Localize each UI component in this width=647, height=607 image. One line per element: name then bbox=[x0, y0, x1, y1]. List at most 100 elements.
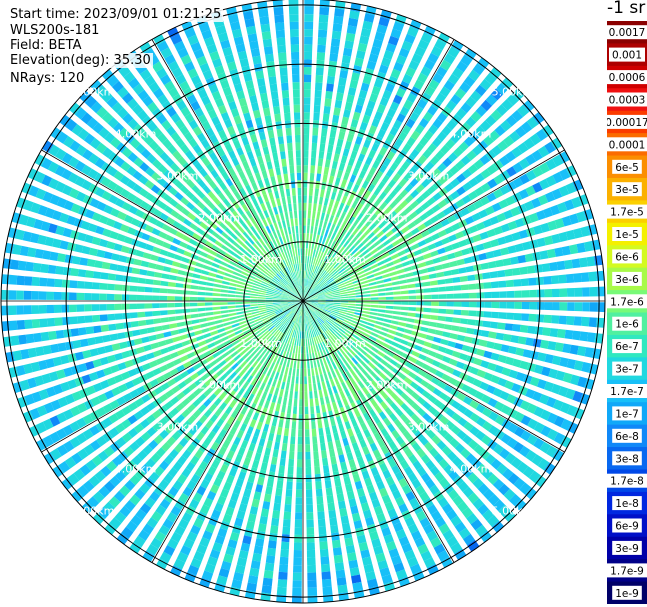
range-gate bbox=[276, 174, 283, 183]
range-gate bbox=[314, 466, 321, 475]
range-gate bbox=[260, 430, 268, 440]
range-gate bbox=[255, 70, 265, 80]
range-gate bbox=[312, 233, 317, 242]
range-gate bbox=[111, 343, 121, 351]
range-gate bbox=[436, 271, 445, 278]
range-gate bbox=[334, 8, 345, 17]
range-gate bbox=[274, 14, 284, 24]
range-gate bbox=[257, 301, 266, 304]
range-gate bbox=[268, 168, 275, 177]
range-gate bbox=[326, 152, 333, 161]
range-gate bbox=[377, 288, 386, 292]
range-gate bbox=[267, 129, 275, 139]
range-gate bbox=[297, 195, 302, 203]
range-gate bbox=[141, 336, 150, 344]
range-gate bbox=[140, 260, 150, 268]
range-gate bbox=[446, 252, 456, 260]
range-gate bbox=[320, 442, 326, 451]
range-gate bbox=[317, 37, 327, 46]
range-gate bbox=[139, 328, 148, 335]
range-gate bbox=[345, 32, 356, 42]
range-gate bbox=[318, 29, 328, 38]
range-gate bbox=[119, 341, 128, 350]
range-gate bbox=[31, 276, 40, 286]
range-gate bbox=[415, 307, 424, 312]
range-gate bbox=[252, 141, 260, 150]
range-gate bbox=[566, 316, 575, 326]
range-gate bbox=[332, 385, 338, 394]
range-gate bbox=[183, 346, 193, 353]
range-gate bbox=[53, 304, 62, 313]
range-gate bbox=[172, 336, 181, 343]
range-gate bbox=[298, 429, 303, 437]
range-gate bbox=[376, 279, 384, 285]
range-gate bbox=[199, 275, 208, 281]
range-gate bbox=[333, 107, 341, 116]
range-gate bbox=[154, 271, 163, 278]
range-gate bbox=[315, 180, 320, 189]
range-gate bbox=[235, 287, 244, 292]
range-gate bbox=[197, 286, 206, 291]
range-gate bbox=[335, 485, 343, 495]
range-gate bbox=[432, 257, 441, 264]
range-gate bbox=[174, 302, 183, 308]
range-gate bbox=[84, 315, 93, 323]
range-gate bbox=[303, 202, 307, 211]
range-gate bbox=[283, 173, 289, 182]
range-gate bbox=[289, 234, 293, 242]
range-gate bbox=[334, 562, 345, 571]
range-gate bbox=[206, 316, 215, 321]
range-gate bbox=[317, 511, 325, 520]
range-gate bbox=[318, 14, 329, 23]
range-gate bbox=[296, 368, 300, 377]
range-gate bbox=[323, 372, 329, 381]
range-gate bbox=[340, 305, 348, 308]
range-gate bbox=[185, 271, 194, 277]
range-gate bbox=[428, 321, 438, 328]
range-gate bbox=[206, 254, 215, 261]
range-gate bbox=[579, 331, 589, 342]
range-gate bbox=[274, 371, 280, 380]
range-gate bbox=[260, 23, 271, 33]
range-ring-label: 3.00km bbox=[408, 169, 450, 182]
range-gate bbox=[495, 332, 505, 341]
range-gate bbox=[349, 435, 357, 444]
range-gate bbox=[204, 337, 214, 344]
range-gate bbox=[228, 309, 236, 313]
range-gate bbox=[198, 312, 206, 318]
range-gate bbox=[176, 321, 185, 328]
range-gate bbox=[305, 444, 311, 452]
range-gate bbox=[306, 346, 309, 354]
colorbar: 0.00170.0010.00060.00030.000170.00016e-5… bbox=[607, 21, 647, 604]
range-gate bbox=[391, 281, 400, 286]
range-gate bbox=[320, 556, 330, 565]
range-gate bbox=[335, 439, 342, 449]
range-gate bbox=[260, 92, 268, 102]
range-gate bbox=[108, 323, 117, 331]
range-gate bbox=[167, 296, 175, 301]
range-gate bbox=[395, 331, 404, 338]
range-gate bbox=[273, 106, 281, 115]
range-gate bbox=[295, 376, 299, 384]
range-gate bbox=[182, 308, 191, 314]
range-gate bbox=[167, 345, 176, 352]
range-gate bbox=[280, 381, 286, 390]
range-gate bbox=[574, 287, 583, 297]
range-gate bbox=[48, 330, 57, 341]
range-gate bbox=[296, 233, 299, 241]
range-gate bbox=[292, 89, 300, 98]
range-gate bbox=[351, 442, 360, 451]
range-gate bbox=[322, 578, 332, 588]
range-gate bbox=[408, 289, 416, 294]
range-gate bbox=[369, 311, 378, 316]
range-gate bbox=[303, 361, 307, 369]
range-gate bbox=[273, 502, 281, 512]
range-gate bbox=[256, 389, 263, 398]
range-gate bbox=[271, 394, 278, 403]
range-gate bbox=[235, 308, 244, 312]
range-gate bbox=[401, 260, 411, 267]
range-gate bbox=[76, 280, 85, 289]
range-gate bbox=[266, 216, 272, 225]
range-gate bbox=[213, 283, 222, 288]
range-gate bbox=[227, 302, 236, 305]
